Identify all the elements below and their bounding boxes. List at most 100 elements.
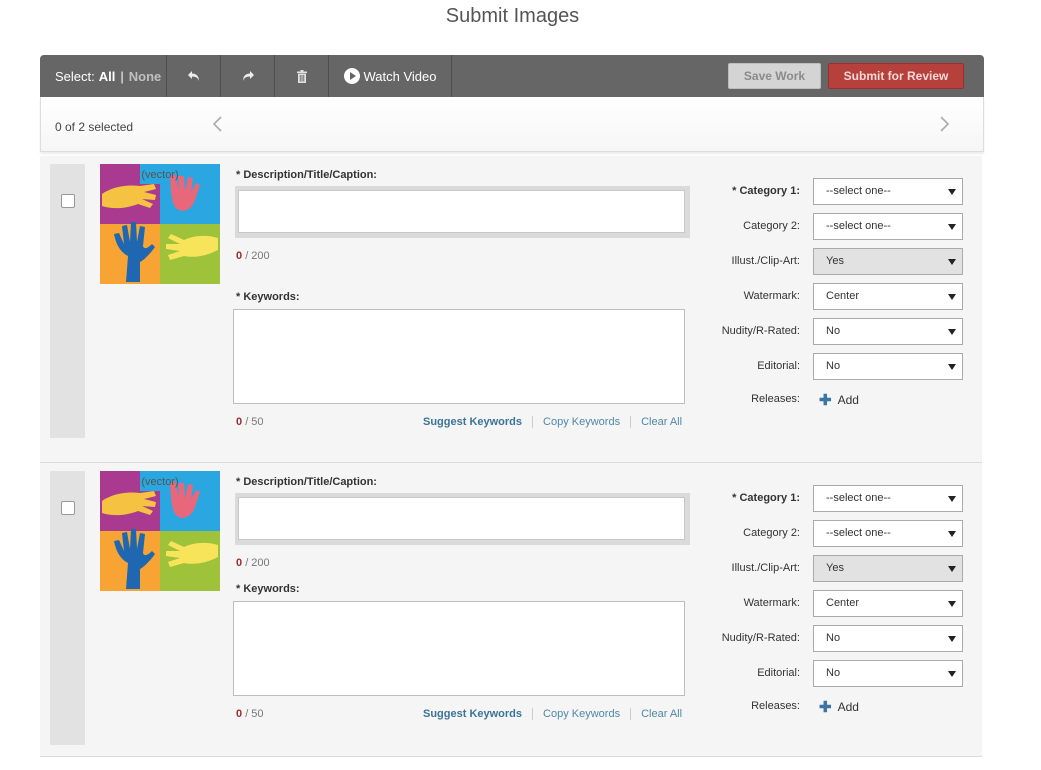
suggest-keywords-link[interactable]: Suggest Keywords (418, 416, 534, 428)
keywords-label: * Keywords: (236, 291, 300, 303)
description-count: 0 (236, 250, 243, 262)
watch-video-button[interactable]: Watch Video (329, 55, 452, 97)
releases-label: Releases: (751, 700, 800, 712)
watch-video-label: Watch Video (363, 68, 437, 84)
add-release-button[interactable]: ✚ Add (819, 698, 859, 716)
description-counter: 0 / 200 (236, 250, 270, 262)
editorial-select[interactable]: No (813, 660, 963, 687)
row-select-checkbox[interactable] (61, 194, 75, 208)
keywords-counter: 0 / 50 (236, 708, 264, 720)
dropdown-arrow-icon (948, 671, 956, 677)
copy-keywords-link[interactable]: Copy Keywords (533, 708, 632, 720)
description-field-wrap (235, 186, 690, 238)
nudity-label: Nudity/R-Rated: (721, 632, 800, 644)
dropdown-arrow-icon (948, 531, 956, 537)
description-max: / 200 (245, 557, 270, 569)
select-control: Select: All | None (40, 55, 167, 97)
nudity-select[interactable]: No (813, 318, 963, 345)
keywords-max: / 50 (245, 708, 264, 720)
description-input[interactable] (238, 497, 685, 540)
submit-for-review-button[interactable]: Submit for Review (828, 63, 964, 89)
selection-count: 0 of 2 selected (55, 120, 134, 134)
illust-select: Yes (813, 248, 963, 275)
chevron-left-icon[interactable] (211, 115, 223, 133)
undo-button[interactable] (167, 55, 221, 97)
illust-label: Illust./Clip-Art: (731, 562, 800, 574)
dropdown-arrow-icon (948, 636, 956, 642)
dropdown-arrow-icon (948, 364, 956, 370)
description-input[interactable] (238, 190, 685, 233)
keywords-input[interactable] (233, 309, 685, 404)
keywords-max: / 50 (245, 416, 264, 428)
category2-label: Category 2: (743, 527, 800, 539)
category2-select[interactable]: --select one-- (813, 213, 963, 240)
image-thumbnail[interactable]: (vector) (100, 471, 220, 591)
keywords-counter: 0 / 50 (236, 416, 264, 428)
plus-icon: ✚ (819, 392, 832, 409)
illust-value: Yes (826, 562, 844, 574)
watermark-select[interactable]: Center (813, 590, 963, 617)
image-thumbnail[interactable]: (vector) (100, 164, 220, 284)
editorial-value: No (826, 667, 841, 679)
chevron-right-icon[interactable] (939, 115, 951, 133)
dropdown-arrow-icon (948, 496, 956, 502)
watermark-value: Center (826, 290, 860, 302)
select-none-link[interactable]: None (129, 69, 162, 84)
watermark-select[interactable]: Center (813, 283, 963, 310)
delete-button[interactable] (275, 55, 329, 97)
description-counter: 0 / 200 (236, 557, 270, 569)
nudity-value: No (826, 325, 841, 337)
category2-label: Category 2: (743, 220, 800, 232)
editorial-label: Editorial: (757, 360, 800, 372)
keywords-input[interactable] (233, 601, 685, 696)
undo-icon (187, 71, 199, 81)
keywords-count: 0 (236, 708, 243, 720)
illust-value: Yes (826, 255, 844, 267)
copy-keywords-link[interactable]: Copy Keywords (533, 416, 632, 428)
nudity-select[interactable]: No (813, 625, 963, 652)
selection-bar: 0 of 2 selected (40, 97, 984, 152)
add-release-button[interactable]: ✚ Add (819, 391, 859, 409)
toolbar: Select: All | None Watch Video Save Work… (40, 55, 984, 97)
suggest-keywords-link[interactable]: Suggest Keywords (418, 708, 534, 720)
description-field-wrap (235, 493, 690, 545)
add-release-label: Add (837, 393, 859, 407)
category1-value: --select one-- (826, 185, 891, 197)
dropdown-arrow-icon (948, 189, 956, 195)
editorial-label: Editorial: (757, 667, 800, 679)
dropdown-arrow-icon (948, 566, 956, 572)
redo-button[interactable] (221, 55, 275, 97)
clear-all-link[interactable]: Clear All (631, 416, 692, 428)
dropdown-arrow-icon (948, 329, 956, 335)
category1-select[interactable]: --select one-- (813, 178, 963, 205)
row-select-checkbox[interactable] (61, 501, 75, 515)
illust-select: Yes (813, 555, 963, 582)
category1-label: * Category 1: (732, 185, 800, 197)
select-label: Select: (55, 68, 95, 84)
nudity-label: Nudity/R-Rated: (721, 325, 800, 337)
watermark-value: Center (826, 597, 860, 609)
image-row: (vector) * Description/Title/Caption: 0 … (40, 156, 982, 463)
category2-select[interactable]: --select one-- (813, 520, 963, 547)
keyword-actions: Suggest Keywords Copy Keywords Clear All (418, 416, 692, 428)
play-icon (343, 68, 360, 84)
illust-label: Illust./Clip-Art: (731, 255, 800, 267)
image-row: (vector) * Description/Title/Caption: 0 … (40, 463, 982, 757)
select-all-link[interactable]: All (99, 69, 116, 84)
category1-value: --select one-- (826, 492, 891, 504)
vector-tag: (vector) (141, 169, 178, 181)
description-label: * Description/Title/Caption: (236, 476, 377, 488)
category1-select[interactable]: --select one-- (813, 485, 963, 512)
editorial-select[interactable]: No (813, 353, 963, 380)
editorial-value: No (826, 360, 841, 372)
dropdown-arrow-icon (948, 259, 956, 265)
category2-value: --select one-- (826, 220, 891, 232)
releases-label: Releases: (751, 393, 800, 405)
category2-value: --select one-- (826, 527, 891, 539)
watermark-label: Watermark: (743, 290, 800, 302)
category1-label: * Category 1: (732, 492, 800, 504)
page-title: Submit Images (445, 5, 580, 27)
save-work-button[interactable]: Save Work (728, 63, 821, 89)
dropdown-arrow-icon (948, 601, 956, 607)
keywords-label: * Keywords: (236, 583, 300, 595)
